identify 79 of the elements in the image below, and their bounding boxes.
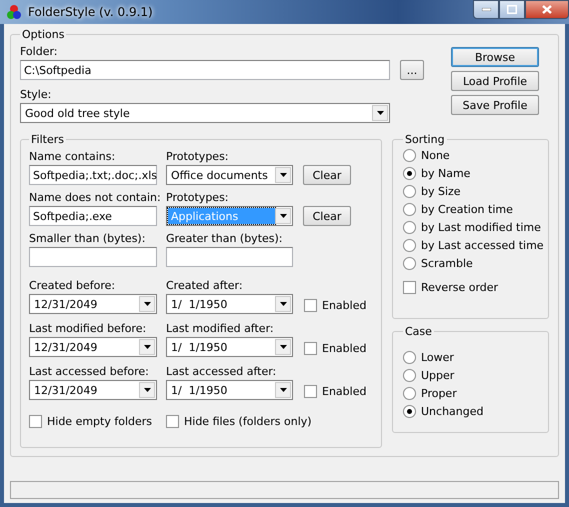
checkbox-label: Enabled [322, 384, 366, 398]
field-label: Smaller than (bytes): [29, 232, 146, 245]
field-label: Prototypes: [166, 150, 230, 163]
radio-label: by Size [421, 184, 461, 198]
dropdown[interactable]: Office documents [166, 165, 293, 185]
dropdown[interactable]: 12/31/2049 [29, 337, 157, 357]
action-button[interactable]: Load Profile [451, 71, 539, 91]
group-title: Filters [30, 133, 65, 146]
radio-label: None [421, 148, 450, 162]
clear-button[interactable]: Clear [303, 165, 351, 185]
field-label: Created after: [166, 279, 244, 292]
dropdown[interactable]: 1/ 1/1950 [166, 337, 293, 357]
radio-button[interactable] [403, 184, 416, 198]
text-field[interactable] [29, 247, 157, 267]
field-label: Name does not contain: [29, 191, 157, 204]
radio-button[interactable] [403, 350, 416, 364]
radio-button[interactable] [403, 238, 416, 252]
checkbox-label: Hide files (folders only) [184, 414, 312, 428]
radio-button[interactable] [403, 256, 416, 270]
field-label: Prototypes: [166, 191, 230, 204]
text-field[interactable]: Softpedia;.exe [29, 206, 157, 226]
field-label: Last modified before: [29, 322, 148, 335]
radio-label: by Creation time [421, 202, 513, 216]
field-label: Last accessed before: [29, 365, 150, 378]
close-icon [542, 5, 552, 14]
field-label: Last modified after: [166, 322, 275, 335]
field-label: Style: [20, 88, 52, 101]
group-title: Sorting [404, 133, 446, 146]
checkbox-label: Enabled [322, 342, 366, 354]
group-title: Options [21, 28, 66, 41]
radio-button[interactable] [403, 220, 416, 234]
checkbox-label: Hide empty folders [47, 414, 152, 428]
radio-label: Upper [421, 368, 454, 382]
radio-button[interactable] [403, 148, 416, 162]
radio-label: Unchanged [421, 404, 484, 418]
checkbox-label: Enabled [322, 298, 366, 312]
field-label: Created before: [29, 279, 116, 292]
radio-label: Lower [421, 350, 454, 364]
group-title: Case [404, 325, 433, 338]
radio-label: Scramble [421, 256, 473, 270]
browse-dots-button[interactable]: ... [400, 60, 424, 80]
radio-label: by Last modified time [421, 220, 541, 234]
radio-button[interactable] [403, 404, 416, 418]
radio-button[interactable] [403, 386, 416, 400]
field-label: Folder: [20, 45, 59, 58]
checkbox[interactable] [304, 298, 317, 312]
dropdown[interactable]: 1/ 1/1950 [166, 380, 293, 400]
folder-field[interactable]: C:\Softpedia [20, 60, 390, 80]
dropdown[interactable]: 12/31/2049 [29, 294, 157, 314]
radio-button[interactable] [403, 202, 416, 216]
minimize-icon [482, 8, 490, 11]
checkbox[interactable] [304, 342, 317, 354]
radio-label: by Last accessed time [421, 238, 544, 252]
minimize-button[interactable] [473, 0, 499, 19]
dropdown[interactable]: Good old tree style [20, 103, 390, 123]
app-logo-icon [6, 4, 22, 20]
clear-button[interactable]: Clear [303, 206, 351, 226]
window-title: FolderStyle (v. 0.9.1) [28, 5, 153, 19]
field-label: Greater than (bytes): [166, 232, 284, 245]
action-button[interactable]: Save Profile [451, 95, 539, 115]
radio-button[interactable] [403, 368, 416, 382]
checkbox[interactable] [403, 280, 416, 294]
close-button[interactable] [525, 0, 569, 19]
checkbox-label: Reverse order [421, 280, 498, 294]
maximize-button[interactable] [499, 0, 525, 19]
field-label: Last accessed after: [166, 365, 278, 378]
checkbox[interactable] [166, 414, 179, 428]
checkbox[interactable] [304, 384, 317, 398]
field-label: Name contains: [29, 150, 116, 163]
maximize-icon [507, 5, 517, 14]
text-field[interactable]: Softpedia;.txt;.doc;.xls [29, 165, 157, 185]
text-field[interactable] [166, 247, 293, 267]
action-button[interactable]: Browse [451, 47, 539, 67]
radio-label: by Name [421, 166, 470, 180]
radio-label: Proper [421, 386, 457, 400]
radio-button[interactable] [403, 166, 416, 180]
dropdown[interactable]: 1/ 1/1950 [166, 294, 293, 314]
checkbox[interactable] [29, 414, 42, 428]
dropdown[interactable]: 12/31/2049 [29, 380, 157, 400]
